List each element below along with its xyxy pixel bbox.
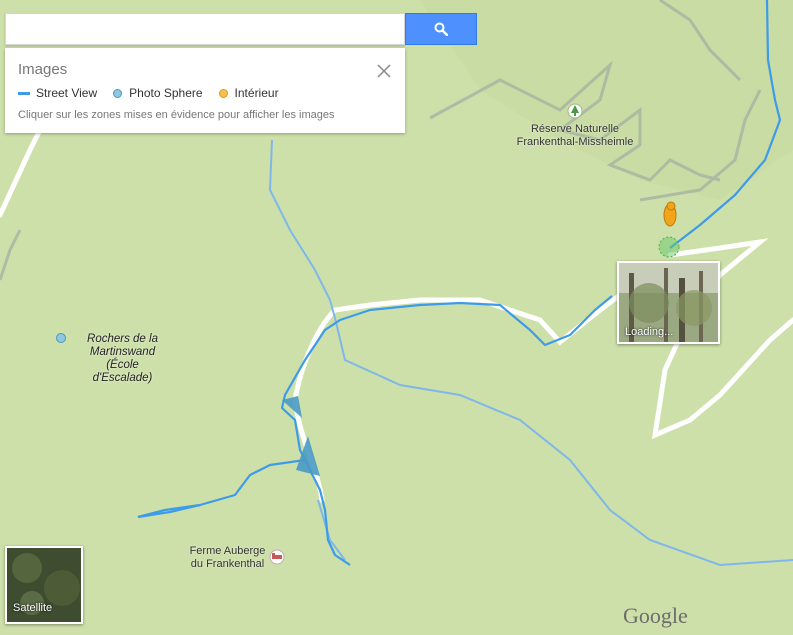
legend-label: Photo Sphere — [129, 86, 203, 100]
panel-hint: Cliquer sur les zones mises en évidence … — [18, 109, 335, 121]
legend-label: Street View — [36, 86, 98, 100]
place-label-ferme[interactable]: Ferme Auberge du Frankenthal — [175, 545, 280, 571]
search-button[interactable] — [405, 13, 477, 45]
legend-interior: Intérieur — [218, 86, 279, 100]
park-icon — [567, 103, 583, 119]
imagery-panel: Images Street View Photo Sphere Intérieu… — [5, 48, 405, 133]
legend-label: Intérieur — [234, 86, 279, 100]
photo-sphere-marker — [56, 333, 66, 343]
pegman-position — [658, 236, 680, 258]
legend: Street View Photo Sphere Intérieur — [18, 86, 392, 100]
street-view-preview[interactable]: Loading... — [617, 261, 720, 344]
preview-label: Loading... — [625, 326, 674, 338]
photo-sphere-dot-icon — [113, 88, 123, 98]
satellite-toggle[interactable]: Satellite — [5, 546, 83, 624]
search-input[interactable] — [6, 14, 404, 44]
panel-title: Images — [18, 61, 68, 78]
search-box[interactable] — [5, 13, 405, 45]
satellite-label: Satellite — [13, 602, 53, 614]
google-logo: Google — [623, 603, 688, 628]
place-label-rochers[interactable]: Rochers de la Martinswand (École d'Escal… — [70, 333, 175, 385]
legend-street-view: Street View — [18, 86, 97, 100]
close-icon[interactable] — [377, 64, 391, 78]
search-icon — [434, 22, 448, 36]
legend-photo-sphere: Photo Sphere — [113, 86, 203, 100]
place-label-reserve[interactable]: Réserve Naturelle Frankenthal-Missheimle — [500, 123, 650, 149]
street-view-line-icon — [18, 91, 30, 95]
interior-dot-icon — [218, 88, 228, 98]
